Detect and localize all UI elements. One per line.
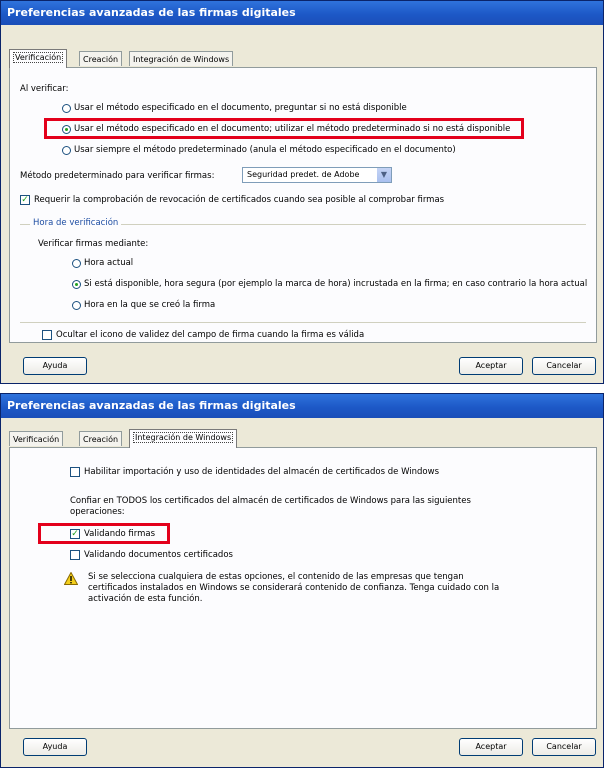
dialog-verificacion: Preferencias avanzadas de las firmas dig… [0,0,604,384]
ocultar-checkbox[interactable] [42,330,52,340]
separator [20,322,586,323]
metodo-select-value: Seguridad predet. de Adobe [247,170,360,179]
tab-bar: Verificación Creación Integración de Win… [9,49,309,68]
radio-hora-actual-label: Hora actual [84,258,134,268]
highlight-box [44,118,524,139]
validando-firmas-label: Validando firmas [84,529,155,539]
radio-hora-segura-label: Si está disponible, hora segura (por eje… [84,279,588,289]
validando-docs-label: Validando documentos certificados [84,550,233,560]
radio-usar-siempre[interactable] [62,146,71,155]
tab-panel: Al verificar: Usar el método especificad… [9,67,597,343]
radio-hora-creacion[interactable] [72,301,81,310]
radio-hora-segura[interactable] [72,280,81,289]
tab-verificacion[interactable]: Verificación [9,431,64,446]
tab-creacion[interactable]: Creación [79,431,123,446]
metodo-select[interactable]: Seguridad predet. de Adobe ▼ [242,167,392,183]
validando-firmas-checkbox[interactable]: ✓ [70,529,80,539]
cancelar-button[interactable]: Cancelar [532,357,596,375]
cancelar-button[interactable]: Cancelar [532,738,596,756]
tab-integracion-windows[interactable]: Integración de Windows [129,429,238,448]
dialog-title: Preferencias avanzadas de las firmas dig… [1,394,603,418]
ayuda-button[interactable]: Ayuda [23,357,87,375]
radio-preguntar-label: Usar el método especificado en el docume… [74,103,407,113]
radio-hora-creacion-label: Hora en la que se creó la firma [84,300,216,310]
warning-icon [64,572,78,585]
ocultar-label: Ocultar el icono de validez del campo de… [56,330,365,340]
warning-text-3: activación de esta función. [88,594,203,604]
radio-hora-actual[interactable] [72,259,81,268]
dialog-integracion-windows: Preferencias avanzadas de las firmas dig… [0,393,604,768]
tab-panel: Habilitar importación y uso de identidad… [9,447,597,729]
aceptar-button[interactable]: Aceptar [459,357,523,375]
habilitar-checkbox[interactable] [70,467,80,477]
radio-usar-siempre-label: Usar siempre el método predeterminado (a… [74,145,456,155]
aceptar-button[interactable]: Aceptar [459,738,523,756]
revocacion-label: Requerir la comprobación de revocación d… [34,195,445,205]
hora-group-title: Hora de verificación [30,218,122,228]
tab-verificacion[interactable]: Verificación [9,49,68,68]
metodo-label: Método predeterminado para verificar fir… [20,171,215,181]
radio-preguntar[interactable] [62,104,71,113]
revocacion-checkbox[interactable]: ✓ [20,195,30,205]
al-verificar-label: Al verificar: [20,84,69,94]
verificar-firmas-label: Verificar firmas mediante: [38,239,149,249]
warning-text-1: Si se selecciona cualquiera de estas opc… [88,572,464,582]
warning-text-2: certificados instalados en Windows se co… [88,583,500,593]
confiar-label-1: Confiar en TODOS los certificados del al… [70,496,471,506]
validando-docs-checkbox[interactable] [70,550,80,560]
dialog-title: Preferencias avanzadas de las firmas dig… [1,1,603,25]
tab-integracion-windows[interactable]: Integración de Windows [129,51,234,66]
habilitar-label: Habilitar importación y uso de identidad… [84,467,440,477]
tab-bar: Verificación Creación Integración de Win… [9,429,309,448]
chevron-down-icon[interactable]: ▼ [377,168,391,182]
ayuda-button[interactable]: Ayuda [23,738,87,756]
confiar-label-2: operaciones: [70,507,125,517]
tab-creacion[interactable]: Creación [79,51,123,66]
